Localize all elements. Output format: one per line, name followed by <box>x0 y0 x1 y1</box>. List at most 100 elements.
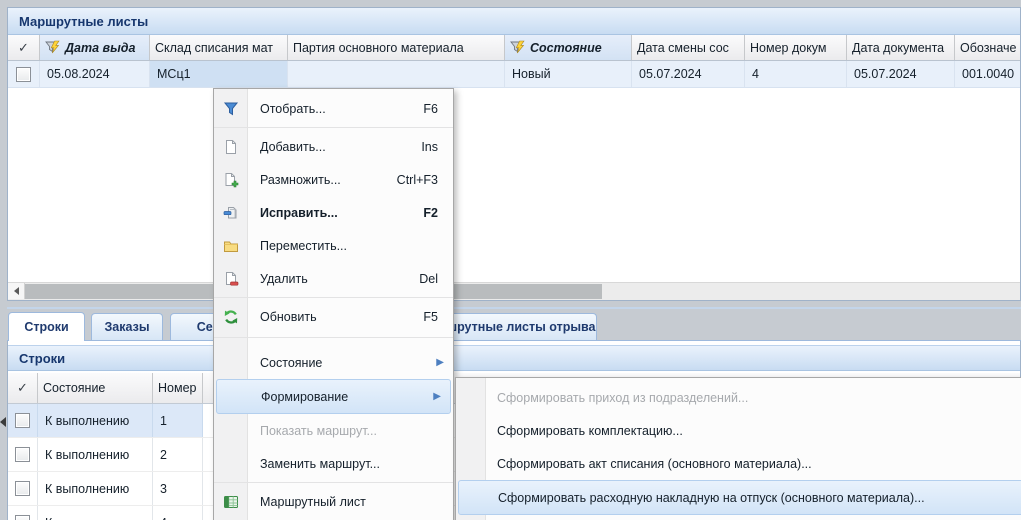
tab-zakazy[interactable]: Заказы <box>91 313 163 340</box>
cell-issue-date[interactable]: 05.08.2024 <box>40 61 150 87</box>
menu-shortcut: F2 <box>423 206 453 220</box>
header-check-column[interactable]: ✓ <box>8 35 40 60</box>
header-col-state[interactable]: Состояние <box>505 35 632 60</box>
submenu-item-writeoff-act[interactable]: Сформировать акт списания (основного мат… <box>456 447 1021 480</box>
header-col-doc-number[interactable]: Номер докум <box>745 35 847 60</box>
cell-warehouse[interactable]: МСц1 <box>150 61 288 87</box>
menu-shortcut: Ins <box>421 140 453 154</box>
cell-state[interactable]: К выполнению <box>38 472 153 505</box>
submenu-item-label: Сформировать акт списания (основного мат… <box>497 457 812 471</box>
header-label: Номер докум <box>750 41 827 55</box>
row-checkbox[interactable] <box>15 447 30 462</box>
app-window: Маршрутные листы ✓ Дата выда Склад списа… <box>0 0 1021 520</box>
menu-item-replace-route[interactable]: Заменить маршрут... <box>214 447 453 480</box>
row-checkbox[interactable] <box>15 481 30 496</box>
menu-separator <box>214 127 453 128</box>
menu-item-select[interactable]: Отобрать... F6 <box>214 92 453 125</box>
header-label: Дата документа <box>852 41 944 55</box>
cell-state[interactable]: К выполнению <box>38 438 153 471</box>
cell-number[interactable]: 1 <box>153 404 203 437</box>
submenu-item-issue-invoice[interactable]: Сформировать расходную накладную на отпу… <box>458 480 1021 515</box>
menu-separator <box>214 482 453 483</box>
cell-state[interactable]: Новый <box>505 61 632 87</box>
scroll-left-button[interactable] <box>8 283 25 299</box>
menu-item-label: Маршрутный лист <box>260 495 366 509</box>
scroll-left-icon <box>14 287 19 295</box>
tab-stroki[interactable]: Строки <box>8 312 85 341</box>
header-col-number[interactable]: Номер <box>153 373 203 403</box>
folder-icon <box>214 238 247 254</box>
filter-bolt-icon <box>45 40 61 55</box>
cell-designation[interactable]: 001.0040 <box>955 61 1020 87</box>
menu-shortcut: F5 <box>423 310 453 324</box>
submenu-item-kitting[interactable]: Сформировать комплектацию... <box>456 414 1021 447</box>
row-check-cell[interactable] <box>8 472 38 505</box>
menu-item-generation[interactable]: Формирование ▶ <box>216 379 451 414</box>
row-checkbox[interactable] <box>15 413 30 428</box>
table-row[interactable]: 05.08.2024 МСц1 Новый 05.07.2024 4 05.07… <box>8 61 1020 88</box>
header-label: Состояние <box>43 381 105 395</box>
submenu-item-label: Сформировать комплектацию... <box>497 424 683 438</box>
header-col-state[interactable]: Состояние <box>38 373 153 403</box>
menu-item-route-sheet[interactable]: Маршрутный лист <box>214 485 453 518</box>
cell-doc-date[interactable]: 05.07.2024 <box>847 61 955 87</box>
menu-shortcut: Del <box>419 272 453 286</box>
tab-strip: Строки Заказы Сер Маршрутные листы отрыв… <box>7 307 1021 341</box>
menu-item-edit[interactable]: Исправить... F2 <box>214 196 453 229</box>
checkmark-icon: ✓ <box>17 380 28 396</box>
menu-shortcut: Ctrl+F3 <box>397 173 453 187</box>
cell-state[interactable]: К выполнению <box>38 404 153 437</box>
header-label: Дата выда <box>65 41 135 55</box>
cell-batch[interactable] <box>288 61 505 87</box>
filter-bolt-icon <box>510 40 526 55</box>
menu-item-label: Исправить... <box>260 206 338 220</box>
panel-title-label: Маршрутные листы <box>19 14 148 29</box>
header-col-issue-date[interactable]: Дата выда <box>40 35 150 60</box>
cell-number[interactable]: 4 <box>153 506 203 520</box>
delete-document-icon <box>214 271 247 287</box>
menu-item-state[interactable]: Состояние ▶ <box>214 346 453 379</box>
row-check-cell[interactable] <box>8 438 38 471</box>
cell-doc-number[interactable]: 4 <box>745 61 847 87</box>
menu-item-label: Удалить <box>260 272 308 286</box>
cell-state-date[interactable]: 05.07.2024 <box>632 61 745 87</box>
row-check-cell[interactable] <box>8 61 40 87</box>
menu-item-delete[interactable]: Удалить Del <box>214 262 453 295</box>
header-col-state-date[interactable]: Дата смены сос <box>632 35 745 60</box>
horizontal-scrollbar[interactable] <box>8 282 1020 300</box>
row-check-cell[interactable] <box>8 404 38 437</box>
table-header: ✓ Дата выда Склад списания мат Партия ос… <box>8 35 1020 61</box>
row-check-cell[interactable] <box>8 506 38 520</box>
menu-item-duplicate[interactable]: Размножить... Ctrl+F3 <box>214 163 453 196</box>
header-col-designation[interactable]: Обозначе <box>955 35 1020 60</box>
header-label: Состояние <box>530 41 602 55</box>
edit-document-icon <box>214 205 247 221</box>
header-check-column[interactable]: ✓ <box>8 373 38 403</box>
context-menu: Отобрать... F6 Добавить... Ins Размножит… <box>213 88 454 520</box>
row-checkbox[interactable] <box>16 67 31 82</box>
row-checkbox[interactable] <box>15 515 30 520</box>
header-label: Партия основного материала <box>293 41 464 55</box>
cell-number[interactable]: 3 <box>153 472 203 505</box>
cell-state[interactable]: К выполнению <box>38 506 153 520</box>
submenu-arrow-icon: ▶ <box>433 391 450 402</box>
header-col-warehouse[interactable]: Склад списания мат <box>150 35 288 60</box>
menu-item-label: Формирование <box>261 390 348 404</box>
cell-number[interactable]: 2 <box>153 438 203 471</box>
menu-item-label: Отобрать... <box>260 102 326 116</box>
menu-item-label: Заменить маршрут... <box>260 457 380 471</box>
menu-item-label: Переместить... <box>260 239 347 253</box>
menu-item-refresh[interactable]: Обновить F5 <box>214 300 453 333</box>
menu-shortcut: F6 <box>423 102 453 116</box>
panel-title: Маршрутные листы <box>8 8 1020 35</box>
route-sheets-panel: Маршрутные листы ✓ Дата выда Склад списа… <box>7 7 1021 301</box>
submenu-item-label: Сформировать приход из подразделений... <box>497 391 748 405</box>
header-col-batch[interactable]: Партия основного материала <box>288 35 505 60</box>
generation-submenu: Сформировать приход из подразделений... … <box>455 377 1021 520</box>
header-label: Склад списания мат <box>155 41 273 55</box>
menu-item-add[interactable]: Добавить... Ins <box>214 130 453 163</box>
submenu-item-incoming: Сформировать приход из подразделений... <box>456 381 1021 414</box>
splitter-collapse-icon[interactable] <box>0 417 6 427</box>
header-col-doc-date[interactable]: Дата документа <box>847 35 955 60</box>
menu-item-move[interactable]: Переместить... <box>214 229 453 262</box>
